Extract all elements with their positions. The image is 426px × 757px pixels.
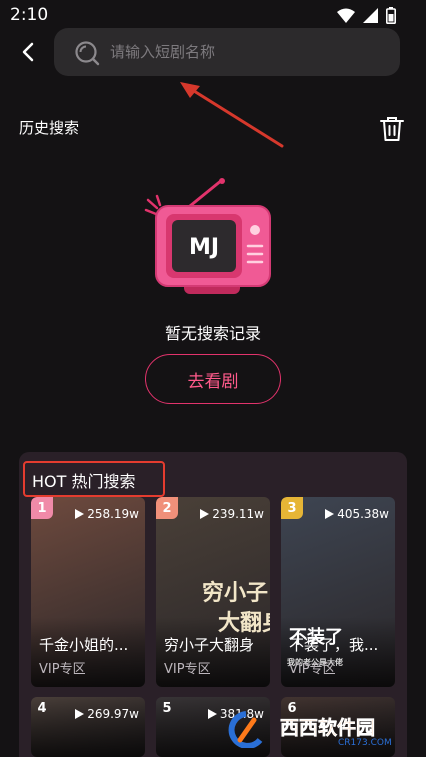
status-time: 2:10 [10,5,49,25]
hot-card[interactable]: 大翻身 穷小子 2 239.11w 穷小子大翻身 VIP专区 [156,497,270,687]
card-title: 不装了，我... [289,636,379,654]
empty-state-text: 暂无搜索记录 [164,324,261,343]
play-icon [75,509,85,519]
watermark-url: CR173.COM [338,738,392,748]
annotation-arrow [180,82,284,148]
search-box[interactable] [54,28,400,76]
tv-logo-text: MJ [189,235,219,260]
battery-icon [386,7,396,24]
back-button[interactable] [14,38,42,66]
view-count-label: 405.38w [337,507,389,521]
card-tag: VIP专区 [164,662,211,677]
watermark-site: 西西软件园 [280,716,375,739]
status-bar: 2:10 [0,0,426,30]
hot-card[interactable]: 1 258.19w 千金小姐的... VIP专区 [31,497,145,687]
watermark-logo: 西西软件园 CR173.COM [228,711,392,748]
view-count: 258.19w [75,507,139,521]
signal-icon [363,8,378,23]
view-count-label: 269.97w [87,707,139,721]
play-icon [207,709,217,719]
chevron-left-icon [22,42,34,62]
status-icons [337,7,396,24]
rank-badge: 2 [156,497,178,519]
card-title: 千金小姐的... [39,636,129,654]
play-icon [325,509,335,519]
empty-tv-illustration: MJ [144,178,271,294]
search-icon [75,41,100,66]
card-tag: VIP专区 [289,662,336,677]
view-count-label: 239.11w [212,507,264,521]
view-count-label: 258.19w [87,507,139,521]
hot-card[interactable]: 我的老公是大佬 不装了 3 405.38w 不装了，我... VIP专区 [281,497,395,687]
view-count: 239.11w [200,507,264,521]
view-count: 269.97w [75,707,139,721]
poster-caption: 穷小子 [202,581,269,606]
hot-card[interactable]: 4 269.97w [31,697,145,757]
play-icon [200,509,210,519]
rank-badge: 1 [31,497,53,519]
go-watch-button[interactable]: 去看剧 [145,354,281,404]
rank-badge: 3 [281,497,303,519]
view-count: 405.38w [325,507,389,521]
poster-caption: 大翻身 [218,611,270,636]
search-input[interactable] [110,28,390,76]
wifi-icon [337,8,355,23]
hot-search-title: HOT 热门搜索 [23,461,165,497]
clear-history-button[interactable] [380,116,404,146]
history-title: 历史搜索 [19,119,80,137]
rank-badge: 4 [37,700,47,716]
card-tag: VIP专区 [39,662,86,677]
play-icon [75,709,85,719]
rank-badge: 5 [162,700,172,716]
card-title: 穷小子大翻身 [164,636,255,654]
trash-icon [380,117,404,141]
